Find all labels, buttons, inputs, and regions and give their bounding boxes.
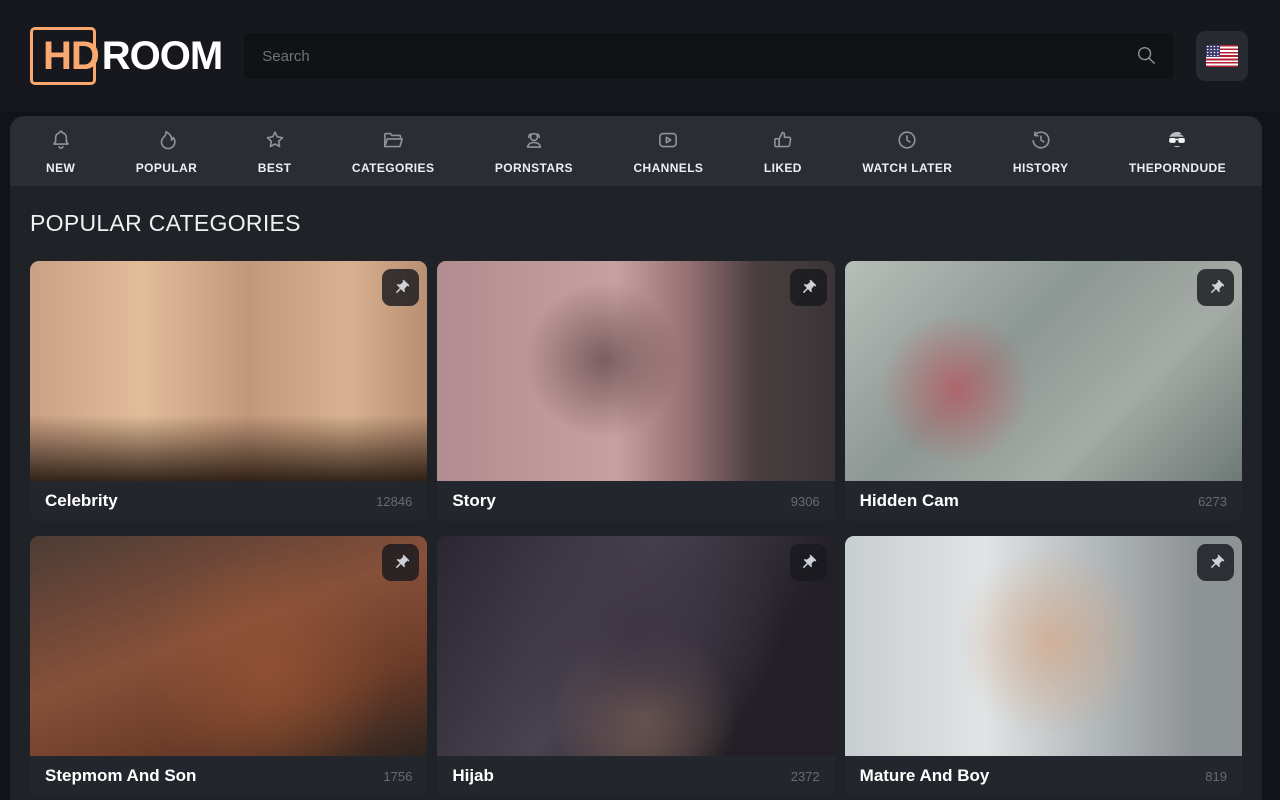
category-thumbnail[interactable] — [30, 261, 427, 481]
main-panel: NEW POPULAR BEST CATEGORIES PORNSTARS CH… — [10, 116, 1262, 800]
logo-text-room: ROOM — [102, 36, 222, 76]
nav-label: NEW — [46, 161, 75, 175]
nav-item-watch-later[interactable]: WATCH LATER — [860, 123, 954, 179]
nav-item-popular[interactable]: POPULAR — [134, 123, 199, 179]
nav-label: THEPORNDUDE — [1129, 161, 1226, 175]
nav-label: WATCH LATER — [862, 161, 952, 175]
nav-label: LIKED — [764, 161, 802, 175]
nav-item-new[interactable]: NEW — [44, 123, 77, 179]
card-footer: Hijab 2372 — [437, 756, 834, 796]
history-icon — [1028, 127, 1054, 153]
nav-label: HISTORY — [1013, 161, 1068, 175]
main-navigation: NEW POPULAR BEST CATEGORIES PORNSTARS CH… — [10, 116, 1262, 186]
us-flag-icon — [1206, 45, 1238, 67]
category-count: 12846 — [376, 494, 412, 509]
nav-item-theporndude[interactable]: THEPORNDUDE — [1127, 123, 1228, 179]
nav-label: PORNSTARS — [495, 161, 573, 175]
category-thumbnail[interactable] — [845, 261, 1242, 481]
thumbs-up-icon — [770, 127, 796, 153]
clock-icon — [894, 127, 920, 153]
card-footer: Hidden Cam 6273 — [845, 481, 1242, 521]
search-icon — [1135, 44, 1157, 69]
nav-item-history[interactable]: HISTORY — [1011, 123, 1070, 179]
search-bar — [244, 33, 1174, 79]
category-card-celebrity[interactable]: Celebrity 12846 — [30, 261, 427, 521]
nav-label: BEST — [258, 161, 292, 175]
pin-button[interactable] — [382, 544, 419, 581]
flame-icon — [153, 127, 179, 153]
star-icon — [262, 127, 288, 153]
nav-item-best[interactable]: BEST — [256, 123, 294, 179]
category-title: Hidden Cam — [860, 491, 959, 511]
category-title: Mature And Boy — [860, 766, 990, 786]
nav-label: CATEGORIES — [352, 161, 434, 175]
pin-button[interactable] — [790, 269, 827, 306]
category-card-hidden-cam[interactable]: Hidden Cam 6273 — [845, 261, 1242, 521]
category-title: Celebrity — [45, 491, 118, 511]
bell-icon — [48, 127, 74, 153]
nav-label: POPULAR — [136, 161, 197, 175]
nav-label: CHANNELS — [633, 161, 703, 175]
card-footer: Celebrity 12846 — [30, 481, 427, 521]
card-footer: Mature And Boy 819 — [845, 756, 1242, 796]
logo-bracket: HD — [30, 27, 96, 85]
category-thumbnail[interactable] — [437, 261, 834, 481]
category-thumbnail[interactable] — [437, 536, 834, 756]
category-count: 6273 — [1198, 494, 1227, 509]
category-thumbnail[interactable] — [845, 536, 1242, 756]
search-button[interactable] — [1124, 33, 1168, 79]
header: HD ROOM — [0, 0, 1280, 112]
page-title: POPULAR CATEGORIES — [30, 210, 1242, 237]
category-card-story[interactable]: Story 9306 — [437, 261, 834, 521]
category-card-mature-and-boy[interactable]: Mature And Boy 819 — [845, 536, 1242, 796]
category-grid: Celebrity 12846 Story 9306 Hidden Ca — [30, 261, 1242, 796]
category-title: Hijab — [452, 766, 494, 786]
card-footer: Stepmom And Son 1756 — [30, 756, 427, 796]
nav-item-liked[interactable]: LIKED — [762, 123, 804, 179]
pin-button[interactable] — [1197, 269, 1234, 306]
category-count: 1756 — [383, 769, 412, 784]
category-count: 9306 — [791, 494, 820, 509]
content-area: POPULAR CATEGORIES Celebrity 12846 Story… — [10, 186, 1262, 796]
category-count: 2372 — [791, 769, 820, 784]
pin-button[interactable] — [382, 269, 419, 306]
person-icon — [521, 127, 547, 153]
category-title: Story — [452, 491, 495, 511]
site-logo[interactable]: HD ROOM — [30, 27, 222, 85]
play-icon — [655, 127, 681, 153]
language-button[interactable] — [1196, 31, 1248, 81]
pin-button[interactable] — [790, 544, 827, 581]
pin-button[interactable] — [1197, 544, 1234, 581]
porndude-icon — [1164, 127, 1190, 153]
nav-item-channels[interactable]: CHANNELS — [631, 123, 705, 179]
category-card-stepmom-and-son[interactable]: Stepmom And Son 1756 — [30, 536, 427, 796]
folder-icon — [380, 127, 406, 153]
logo-text-hd: HD — [43, 34, 99, 78]
category-card-hijab[interactable]: Hijab 2372 — [437, 536, 834, 796]
category-thumbnail[interactable] — [30, 536, 427, 756]
category-count: 819 — [1205, 769, 1227, 784]
card-footer: Story 9306 — [437, 481, 834, 521]
search-input[interactable] — [244, 33, 1174, 79]
category-title: Stepmom And Son — [45, 766, 196, 786]
nav-item-categories[interactable]: CATEGORIES — [350, 123, 436, 179]
nav-item-pornstars[interactable]: PORNSTARS — [493, 123, 575, 179]
